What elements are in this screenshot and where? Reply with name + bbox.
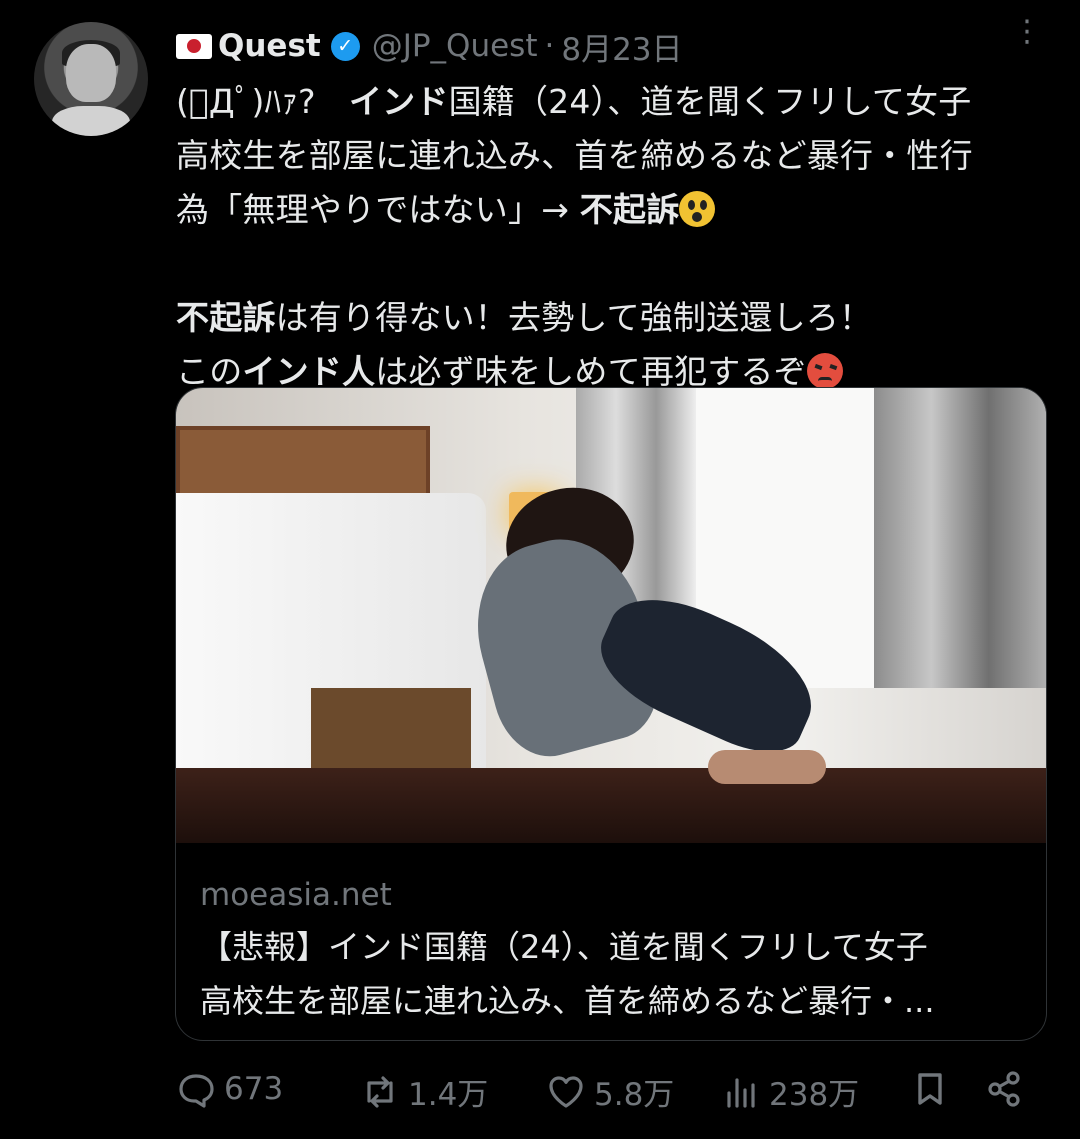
- view-count: 238万: [769, 1077, 860, 1113]
- bold-text: インド人: [242, 352, 376, 391]
- tweet-text-span: 国籍（24）、道を聞くフリして女子: [448, 82, 972, 121]
- tweet-text-span: は有り得ない！去勢して強制送還しろ！: [275, 298, 873, 337]
- verified-badge-icon: ✓: [330, 31, 360, 61]
- repost-icon: [367, 1075, 393, 1108]
- preview-image[interactable]: [176, 388, 1046, 843]
- three-dots-icon[interactable]: ⋮: [1012, 17, 1042, 67]
- card-headline-line: 高校生を部屋に連れ込み、首を締めるなど暴行・...: [200, 982, 935, 1020]
- bold-text: 不起訴: [579, 190, 680, 229]
- card-domain[interactable]: moeasia.net: [200, 875, 392, 915]
- analytics-bar-icon: [727, 1077, 755, 1108]
- tweet-text-span: 高校生を部屋に連れ込み、首を締めるなど暴行・性行: [176, 136, 973, 175]
- tweet-text-span: (ﾟДﾟ)ﾊｧ?: [176, 82, 349, 121]
- tweet-text-span: この: [176, 352, 243, 391]
- share-icon[interactable]: [984, 1069, 1024, 1109]
- link-preview-card[interactable]: moeasia.net 【悲報】インド国籍（24）、道を聞くフリして女子 高校生…: [175, 387, 1047, 1041]
- display-name[interactable]: Quest: [218, 28, 321, 64]
- angry-face-emoji-icon: [806, 353, 843, 389]
- bookmark-icon[interactable]: [910, 1069, 950, 1109]
- repost-button[interactable]: 1.4万: [360, 1069, 488, 1114]
- views-button[interactable]: 238万: [721, 1069, 859, 1114]
- reply-button[interactable]: 673: [176, 1069, 283, 1109]
- japan-flag-icon: [176, 33, 212, 59]
- tweet-line-1: (ﾟДﾟ)ﾊｧ? インド国籍（24）、道を聞くフリして女子: [176, 75, 1036, 129]
- tweet-line-2: 高校生を部屋に連れ込み、首を締めるなど暴行・性行: [176, 129, 1036, 183]
- post-date[interactable]: 8月23日: [561, 24, 682, 69]
- wood-floor: [176, 768, 1046, 843]
- reply-count: 673: [224, 1071, 284, 1107]
- avatar-face: [66, 44, 116, 102]
- bold-text: 不起訴: [176, 298, 276, 337]
- tweet-line-5: 不起訴は有り得ない！去勢して強制送還しろ！: [176, 291, 1036, 345]
- tweet-text-span: 為「無理やりではない」→: [176, 190, 580, 229]
- tweet-actions: 673 1.4万 5.8万 238万: [176, 1063, 1036, 1123]
- like-button[interactable]: 5.8万: [546, 1069, 674, 1114]
- right-curtain: [874, 388, 1046, 688]
- person-feet: [708, 750, 826, 784]
- tweet-text-span: は必ず味をしめて再犯するぞ: [375, 352, 807, 391]
- repost-count: 1.4万: [408, 1077, 489, 1113]
- bold-text: インド: [348, 82, 449, 121]
- reply-icon: [179, 1074, 214, 1108]
- like-count: 5.8万: [594, 1077, 675, 1113]
- tweet-text: (ﾟДﾟ)ﾊｧ? インド国籍（24）、道を聞くフリして女子 高校生を部屋に連れ込…: [176, 75, 1036, 399]
- tweet-header: Quest ✓ @JP_Quest · 8月23日: [176, 24, 683, 69]
- avatar-shirt: [52, 106, 130, 136]
- user-handle[interactable]: @JP_Quest: [372, 28, 538, 64]
- card-headline[interactable]: 【悲報】インド国籍（24）、道を聞くフリして女子 高校生を部屋に連れ込み、首を締…: [200, 920, 1020, 1028]
- avatar[interactable]: [34, 22, 148, 136]
- tweet-line-3: 為「無理やりではない」→ 不起訴: [176, 183, 1036, 237]
- header-separator: ·: [544, 28, 555, 64]
- screaming-face-emoji-icon: [679, 191, 716, 227]
- card-headline-line: 【悲報】インド国籍（24）、道を聞くフリして女子: [200, 928, 928, 966]
- heart-icon: [549, 1075, 583, 1108]
